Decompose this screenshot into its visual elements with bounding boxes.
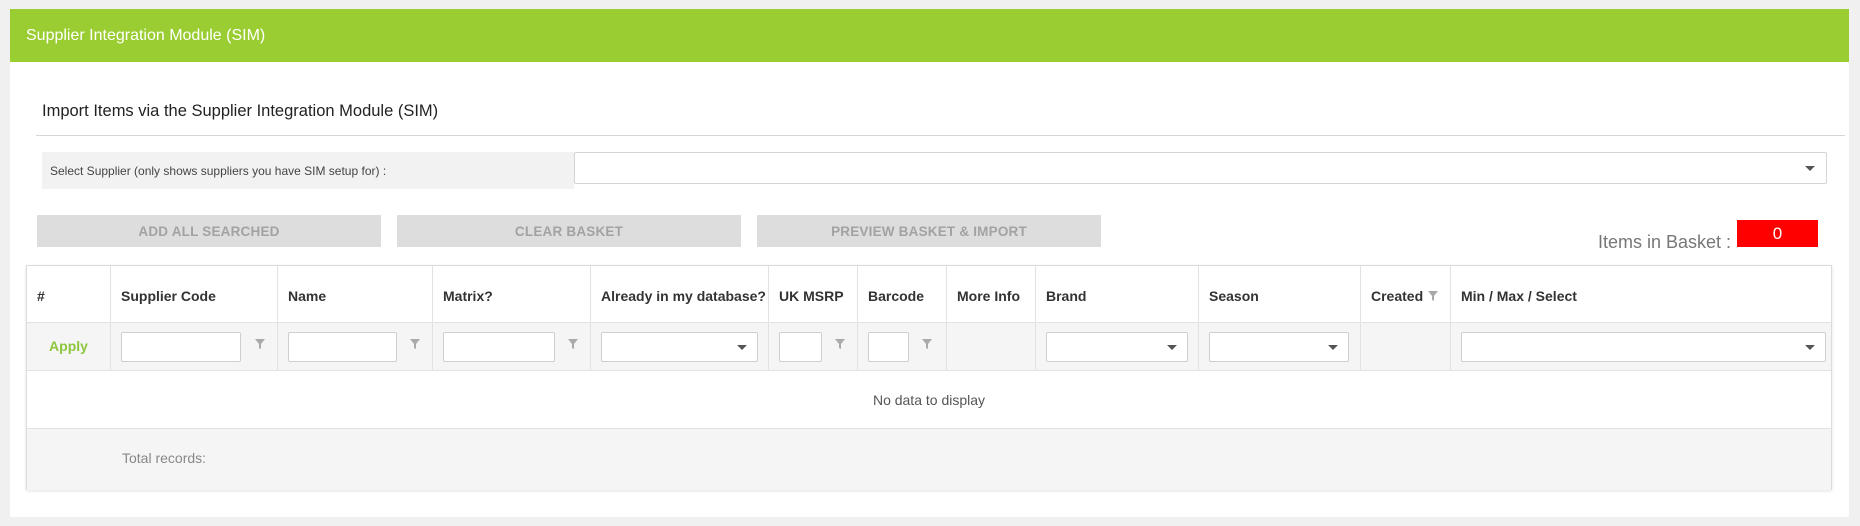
add-all-searched-button[interactable]: ADD ALL SEARCHED <box>37 215 381 247</box>
filter-icon[interactable] <box>921 338 933 350</box>
brand-filter-select[interactable] <box>1046 332 1188 362</box>
min-max-select-filter-select[interactable] <box>1461 332 1826 362</box>
chevron-down-icon <box>1167 345 1177 350</box>
season-filter-select[interactable] <box>1209 332 1349 362</box>
preview-basket-import-button[interactable]: PREVIEW BASKET & IMPORT <box>757 215 1101 247</box>
panel-title: Supplier Integration Module (SIM) <box>26 26 266 44</box>
column-header-name[interactable]: Name <box>278 266 433 322</box>
barcode-filter-input[interactable] <box>868 332 909 362</box>
items-in-basket-label: Items in Basket : <box>1598 232 1732 252</box>
column-header-index[interactable]: # <box>27 266 111 322</box>
filter-cell-supplier-code <box>111 323 278 370</box>
column-header-brand[interactable]: Brand <box>1036 266 1199 322</box>
clear-basket-button[interactable]: CLEAR BASKET <box>397 215 741 247</box>
in-database-filter-select[interactable] <box>601 332 758 362</box>
sim-panel: Supplier Integration Module (SIM) Import… <box>10 9 1849 517</box>
filter-cell-more-info <box>947 323 1036 370</box>
section-divider <box>36 135 1845 136</box>
supplier-select[interactable] <box>574 152 1827 184</box>
grid-empty-row: No data to display <box>27 371 1831 429</box>
column-header-matrix[interactable]: Matrix? <box>433 266 591 322</box>
filter-icon[interactable] <box>834 338 846 350</box>
basket-count-badge: 0 <box>1737 220 1818 247</box>
filter-cell-name <box>278 323 433 370</box>
supplier-label: Select Supplier (only shows suppliers yo… <box>42 152 574 189</box>
filter-icon[interactable] <box>409 338 421 350</box>
column-header-supplier-code[interactable]: Supplier Code <box>111 266 278 322</box>
filter-cell-in-database <box>591 323 769 370</box>
filter-cell-season <box>1199 323 1361 370</box>
column-header-more-info[interactable]: More Info <box>947 266 1036 322</box>
apply-filter-link[interactable]: Apply <box>27 338 110 354</box>
section-title: Import Items via the Supplier Integratio… <box>42 102 439 120</box>
total-records-label: Total records: <box>122 450 207 466</box>
chevron-down-icon <box>1805 345 1815 350</box>
grid-footer: Total records: <box>27 429 1831 490</box>
filter-cell-uk-msrp <box>769 323 858 370</box>
items-grid: # Supplier Code Name Matrix? Already in … <box>26 265 1832 490</box>
filter-icon[interactable] <box>567 338 579 350</box>
supplier-code-filter-input[interactable] <box>121 332 241 362</box>
chevron-down-icon <box>1328 345 1338 350</box>
filter-icon[interactable] <box>1427 290 1439 302</box>
uk-msrp-filter-input[interactable] <box>779 332 822 362</box>
panel-header: Supplier Integration Module (SIM) <box>10 9 1849 62</box>
filter-cell-brand <box>1036 323 1199 370</box>
grid-header-row: # Supplier Code Name Matrix? Already in … <box>27 266 1831 323</box>
chevron-down-icon <box>1805 166 1815 171</box>
filter-cell-index: Apply <box>27 323 111 370</box>
no-data-message: No data to display <box>872 392 986 408</box>
column-header-uk-msrp[interactable]: UK MSRP <box>769 266 858 322</box>
filter-cell-created <box>1361 323 1451 370</box>
grid-filter-row: Apply <box>27 323 1831 371</box>
matrix-filter-input[interactable] <box>443 332 555 362</box>
column-header-barcode[interactable]: Barcode <box>858 266 947 322</box>
filter-cell-min-max-select <box>1451 323 1833 370</box>
column-header-in-database[interactable]: Already in my database? <box>591 266 769 322</box>
filter-cell-barcode <box>858 323 947 370</box>
column-header-created[interactable]: Created <box>1361 266 1451 322</box>
name-filter-input[interactable] <box>288 332 397 362</box>
column-header-min-max-select[interactable]: Min / Max / Select <box>1451 266 1833 322</box>
chevron-down-icon <box>737 345 747 350</box>
column-header-season[interactable]: Season <box>1199 266 1361 322</box>
filter-cell-matrix <box>433 323 591 370</box>
filter-icon[interactable] <box>254 338 266 350</box>
